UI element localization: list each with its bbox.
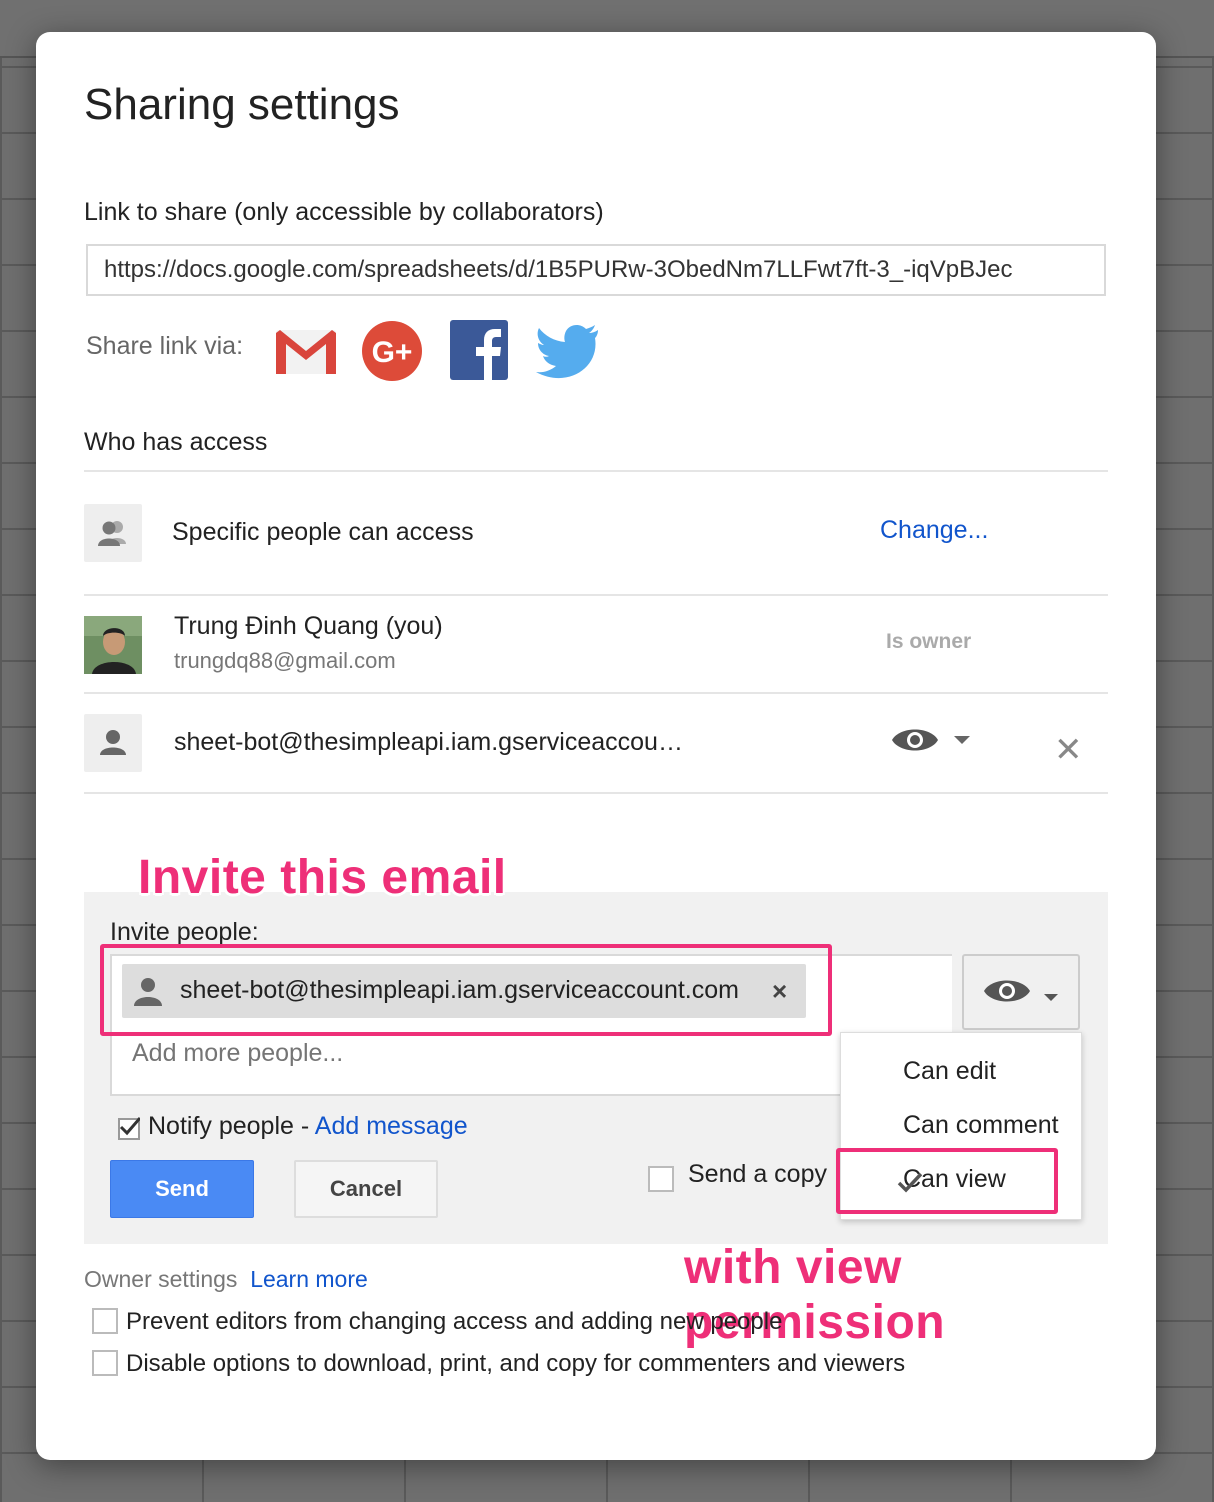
divider: [84, 792, 1108, 794]
send-copy-checkbox[interactable]: [648, 1166, 674, 1192]
people-group-icon: [84, 504, 142, 562]
disable-download-checkbox[interactable]: [92, 1350, 118, 1376]
permission-dropdown-button[interactable]: [962, 954, 1080, 1030]
service-account-name: sheet-bot@thesimpleapi.iam.gserviceaccou…: [174, 728, 683, 756]
owner-settings-row: Owner settings Learn more: [84, 1266, 368, 1293]
link-to-share-label: Link to share (only accessible by collab…: [84, 198, 604, 226]
gmail-icon[interactable]: [274, 318, 338, 382]
general-access-text: Specific people can access: [172, 518, 474, 546]
share-link-field[interactable]: [86, 244, 1106, 296]
divider: [84, 594, 1108, 596]
share-via-label: Share link via:: [86, 332, 244, 360]
cancel-button[interactable]: Cancel: [294, 1160, 438, 1218]
owner-role-label: Is owner: [886, 630, 972, 653]
notify-row: Notify people - Add message: [148, 1112, 468, 1141]
divider: [84, 692, 1108, 694]
facebook-icon[interactable]: [448, 318, 512, 382]
google-plus-icon[interactable]: G+: [360, 318, 424, 382]
prevent-editors-checkbox[interactable]: [92, 1308, 118, 1334]
invite-people-label: Invite people:: [110, 918, 259, 946]
menu-item-can-comment[interactable]: Can comment: [903, 1111, 1059, 1140]
sharing-settings-dialog: Sharing settings Link to share (only acc…: [36, 32, 1156, 1460]
notify-label: Notify people -: [148, 1112, 315, 1140]
twitter-icon[interactable]: [534, 318, 598, 382]
disable-download-label: Disable options to download, print, and …: [126, 1350, 906, 1377]
owner-settings-label: Owner settings: [84, 1266, 238, 1292]
who-has-access-label: Who has access: [84, 428, 268, 456]
annotation-highlight-chip: [100, 944, 832, 1036]
change-access-link[interactable]: Change...: [880, 516, 988, 545]
menu-item-can-edit[interactable]: Can edit: [903, 1057, 996, 1086]
annotation-highlight-can-view: [836, 1148, 1058, 1214]
send-copy-label: Send a copy: [688, 1160, 827, 1188]
share-link-input[interactable]: [88, 246, 1094, 294]
svg-text:G+: G+: [372, 336, 413, 369]
send-button[interactable]: Send: [110, 1160, 254, 1218]
prevent-editors-label: Prevent editors from changing access and…: [126, 1308, 783, 1335]
learn-more-link[interactable]: Learn more: [250, 1266, 368, 1292]
notify-checkbox[interactable]: [118, 1117, 140, 1140]
eye-icon: [984, 980, 1058, 1002]
role-dropdown[interactable]: [890, 722, 986, 762]
owner-name: Trung Đinh Quang (you): [174, 612, 443, 640]
divider: [84, 470, 1108, 472]
avatar: [84, 616, 142, 674]
remove-person-icon[interactable]: ✕: [1054, 730, 1083, 770]
owner-email: trungdq88@gmail.com: [174, 648, 396, 673]
eye-icon: [892, 729, 970, 751]
add-message-link[interactable]: Add message: [315, 1112, 468, 1140]
person-icon: [84, 714, 142, 772]
add-more-people-input[interactable]: [130, 1038, 814, 1069]
checkmark-icon: [119, 1117, 140, 1136]
annotation-invite: Invite this email: [138, 851, 507, 904]
dialog-title: Sharing settings: [84, 80, 400, 129]
